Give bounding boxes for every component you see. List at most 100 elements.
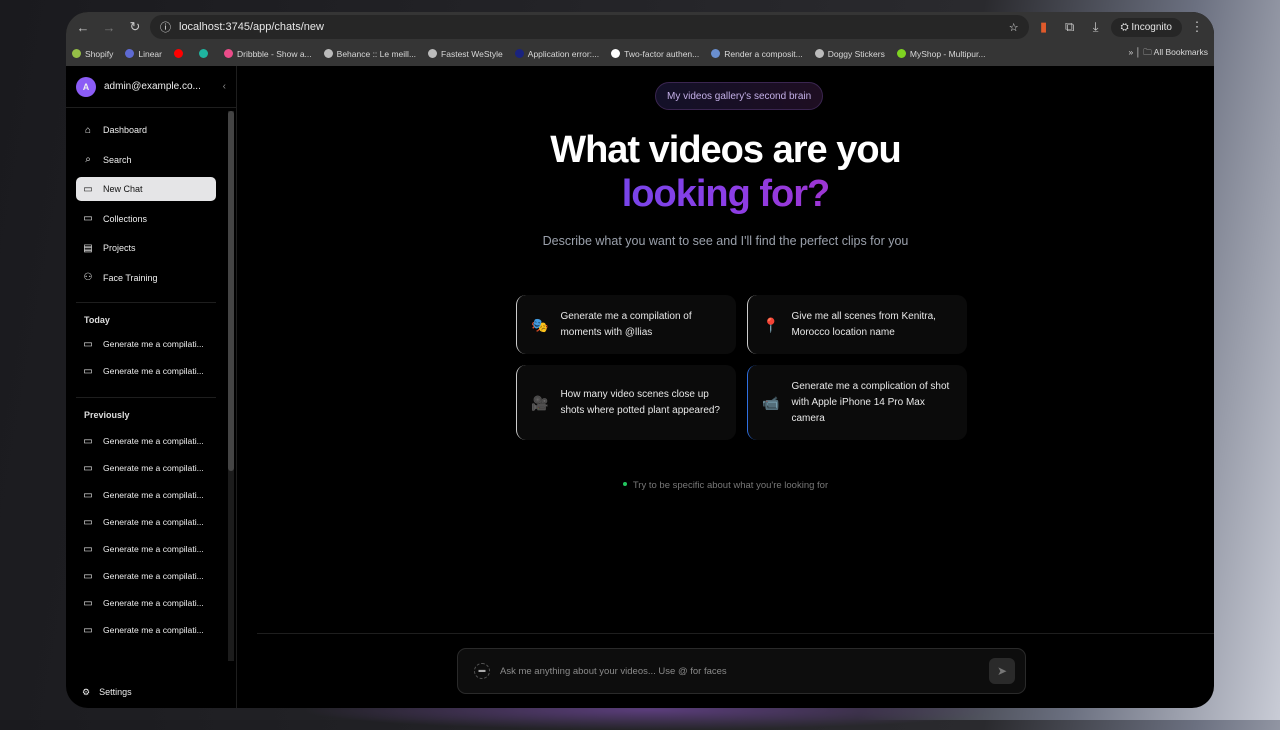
folder-icon: ▭ [83,213,93,224]
bookmark-favicon-icon [611,49,621,58]
chat-bubble-icon: ▭ [83,570,93,582]
bookmark[interactable]: Two-factor authen... [611,49,699,59]
bookmark-favicon-icon [199,49,208,58]
reload-icon[interactable]: ↻ [124,19,146,35]
sidebar-item-dashboard[interactable]: ⌂ Dashboard [76,118,216,142]
chat-bubble-icon: ▭ [83,183,93,195]
download-icon[interactable]: ⤓ [1085,19,1107,35]
sidebar-item-projects[interactable]: ▤ Projects [76,236,216,260]
collapse-sidebar-icon[interactable]: ‹ [223,81,226,92]
chat-bubble-icon: ▭ [83,435,93,447]
url-text[interactable]: localhost:3745/app/chats/new [179,21,1001,33]
bookmark-favicon-icon [428,49,438,58]
chat-history-item[interactable]: ▭ Generate me a compilati... [66,590,236,617]
menu-icon[interactable]: ⋮ [1186,19,1208,35]
gear-icon: ⚙ [82,687,91,697]
page-subtitle: Describe what you want to see and I'll f… [542,234,909,248]
bookmark-favicon-icon [896,49,906,58]
suggestion-emoji-icon: 📹 [762,394,780,411]
chat-bubble-icon: ▭ [83,543,93,555]
chat-bubble-icon: ▭ [83,489,93,501]
chat-bubble-icon: ▭ [83,597,93,609]
sidebar-item-new-chat[interactable]: ▭ New Chat [76,177,216,201]
settings-link[interactable]: ⚙ Settings [82,687,132,698]
chat-history-item[interactable]: ▭ Generate me a compilati... [66,536,236,563]
bookmark[interactable]: MyShop - Multipur... [896,49,985,59]
suggestion-emoji-icon: 📍 [762,316,780,333]
chat-input[interactable] [500,665,979,677]
send-button[interactable]: ➤ [989,658,1015,684]
sidebar: A admin@example.co... ‹ ⌂ Dashboard ⌕ Searc… [66,66,237,708]
bookmark-favicon-icon [174,49,183,58]
bookmark[interactable]: Doggy Stickers [814,49,885,59]
bookmarks-bar: Shopify Linear Dribbble - Show a... Behance… [66,42,1214,66]
chat-history-item[interactable]: ▭ Generate me a compilati... [66,428,236,455]
account-email: admin@example.co... [104,81,201,92]
sidebar-item-collections[interactable]: ▭ Collections [76,207,216,231]
chat-bubble-icon: ▭ [83,338,93,350]
forward-icon[interactable]: → [98,20,120,35]
account-header[interactable]: A admin@example.co... ‹ [66,66,236,108]
bookmark-favicon-icon [224,49,233,58]
film-icon: ▤ [83,242,93,254]
tagline-badge: My videos gallery's second brain [655,82,824,110]
chat-history-item[interactable]: ▭ Generate me a compilati... [66,617,236,644]
bookmark-favicon-icon [323,49,333,58]
suggestion-card[interactable]: 📍 Give me all scenes from Kenitra, Morocc… [747,295,967,354]
chat-history-item[interactable]: ▭ Generate me a compilati... [66,331,236,358]
chat-history-item[interactable]: ▭ Generate me a compilati... [66,455,236,482]
suggestion-card[interactable]: 📹 Generate me a complication of shot with… [747,365,967,440]
sidebar-item-face-training[interactable]: ⚇ Face Training [76,266,216,290]
more-bookmarks-icon: » [1128,47,1136,57]
suggestion-emoji-icon: 🎥 [531,394,549,411]
bookmark[interactable]: Shopify [72,49,113,59]
chat-history-item[interactable]: ▭ Generate me a compilati... [66,509,236,536]
bookmark[interactable] [174,49,187,59]
suggestion-emoji-icon: 🎭 [531,316,549,333]
bookmark[interactable]: Linear [125,49,162,59]
bookmark-favicon-icon [514,49,524,58]
incognito-icon: ⛭ [1120,21,1132,33]
bookmark-favicon-icon [125,49,135,58]
chat-bubble-icon: ▭ [83,365,93,377]
chat-main: My videos gallery's second brain What vi… [237,66,1214,708]
extension-icon[interactable]: ▮ [1033,19,1055,35]
address-bar[interactable]: ⓘ localhost:3745/app/chats/new ☆ [150,15,1029,39]
sidebar-item-search[interactable]: ⌕ Search [76,148,216,172]
chat-bubble-icon: ▭ [83,516,93,528]
bookmark[interactable]: Render a composit... [711,49,803,59]
attach-media-icon[interactable]: ▬ [474,663,490,679]
incognito-badge[interactable]: ⛭ Incognito [1110,17,1182,37]
star-icon[interactable]: ☆ [1009,21,1019,34]
page-title: What videos are you looking for? [237,128,1214,216]
browser-window: ← → ↻ ⓘ localhost:3745/app/chats/new ☆ ▮ ⧉… [66,12,1214,708]
extensions-puzzle-icon[interactable]: ⧉ [1059,19,1081,35]
all-bookmarks[interactable]: » │ 🗀 All Bookmarks [1128,47,1208,61]
bookmark[interactable] [199,49,212,59]
browser-chrome: ← → ↻ ⓘ localhost:3745/app/chats/new ☆ ▮ ⧉… [66,12,1214,66]
avatar: A [76,76,96,97]
suggestion-card[interactable]: 🎥 How many video scenes close up shots wh… [516,365,736,440]
bookmark[interactable]: Dribbble - Show a... [224,49,312,59]
chat-bubble-icon: ▭ [83,462,93,474]
back-icon[interactable]: ← [72,20,94,35]
bookmark[interactable]: Behance :: Le meill... [323,49,416,59]
chat-bubble-icon: ▭ [83,624,93,636]
section-today: Today [84,314,110,325]
chat-history-item[interactable]: ▭ Generate me a compilati... [66,358,236,385]
folder-icon: 🗀 [1143,47,1152,57]
bookmark-favicon-icon [72,49,81,58]
users-icon: ⚇ [83,272,93,283]
chat-composer: ▬ ➤ [457,648,1026,694]
hint-text: Try to be specific about what you're loo… [237,480,1214,491]
bookmark[interactable]: Fastest WeStyle [428,49,503,59]
bookmark-favicon-icon [711,49,721,58]
suggestion-card[interactable]: 🎭 Generate me a compilation of moments wi… [516,295,736,354]
bookmark-favicon-icon [814,49,824,58]
section-previously: Previously [84,409,130,420]
chat-history-item[interactable]: ▭ Generate me a compilati... [66,482,236,509]
bookmark[interactable]: Application error:... [514,49,599,59]
chat-history-item[interactable]: ▭ Generate me a compilati... [66,563,236,590]
site-info-icon[interactable]: ⓘ [160,19,171,35]
sidebar-scrollbar[interactable] [228,111,234,661]
